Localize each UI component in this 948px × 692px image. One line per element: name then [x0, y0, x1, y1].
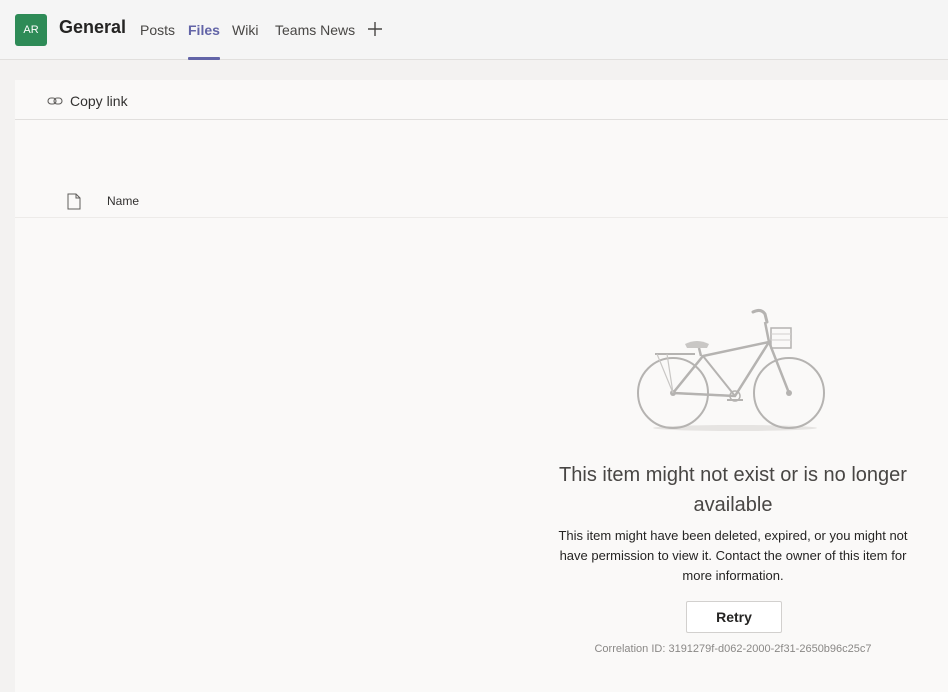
bicycle-illustration	[637, 308, 825, 431]
retry-button[interactable]: Retry	[686, 601, 782, 633]
copy-link-button[interactable]: Copy link	[47, 91, 128, 111]
empty-state-message: This item might have been deleted, expir…	[558, 528, 908, 583]
command-bar: Copy link	[15, 80, 948, 120]
correlation-id: Correlation ID: 3191279f-d062-2000-2f31-…	[594, 643, 872, 655]
channel-header: AR General Posts Files Wiki Teams News	[0, 0, 948, 60]
copy-link-label: Copy link	[70, 93, 128, 109]
team-avatar[interactable]: AR	[15, 14, 47, 46]
link-icon	[47, 97, 63, 105]
tab-files[interactable]: Files	[188, 22, 220, 60]
file-list-header: Name	[15, 184, 948, 218]
plus-icon[interactable]	[366, 20, 384, 38]
files-panel: Copy link Name This item might not exist…	[15, 80, 948, 692]
channel-title: General	[59, 17, 127, 37]
empty-state-title: This item might not exist or is no longe…	[559, 464, 907, 516]
tab-teams-news[interactable]: Teams News	[275, 22, 355, 60]
name-column-header[interactable]: Name	[107, 194, 139, 208]
tab-posts[interactable]: Posts	[140, 22, 175, 60]
document-icon[interactable]	[67, 193, 81, 210]
tab-wiki[interactable]: Wiki	[232, 22, 258, 60]
